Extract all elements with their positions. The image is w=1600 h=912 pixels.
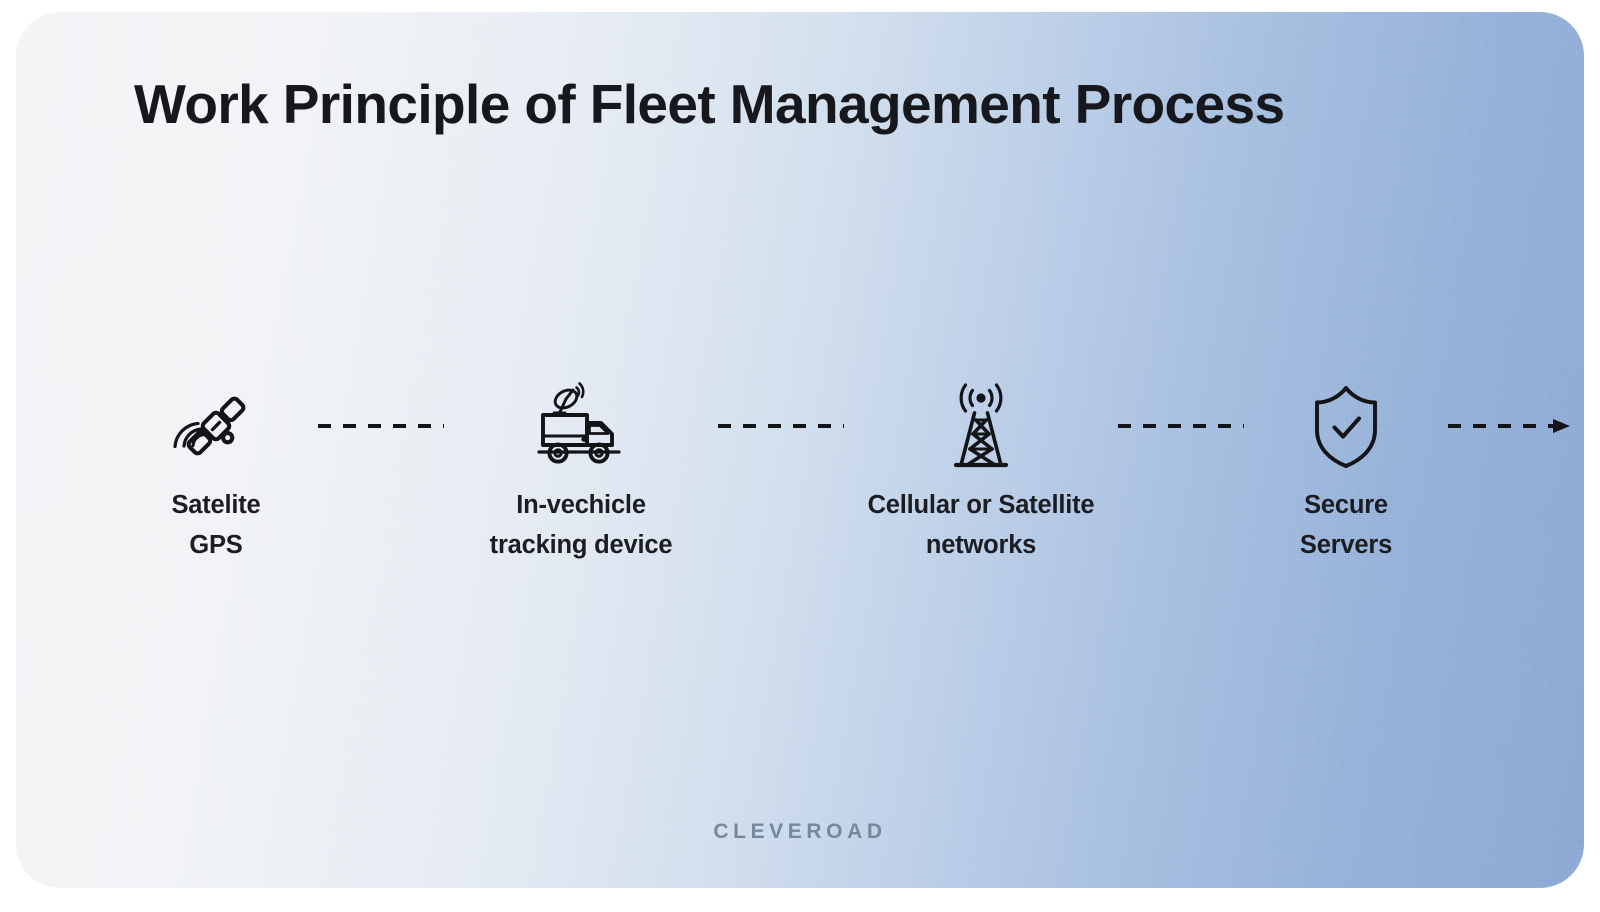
process-step-satellite-gps: Satelite GPS	[116, 380, 316, 565]
shield-check-icon	[1309, 380, 1383, 472]
step-label: Cellular or Satellite networks	[867, 491, 1095, 559]
step-label: Satelite GPS	[171, 491, 261, 559]
process-step-in-vehicle-tracking-device: In-vechicle tracking device	[446, 380, 716, 565]
truck-tracking-device-icon	[531, 380, 631, 472]
cell-tower-icon	[944, 380, 1018, 472]
connector-dashed-arrow-4	[1446, 380, 1576, 472]
process-step-secure-servers: Secure Servers	[1246, 380, 1446, 565]
arrowhead-icon	[1553, 419, 1570, 433]
step-label: In-vechicle tracking device	[489, 491, 673, 559]
step-label: Secure Servers	[1299, 491, 1393, 559]
connector-dashed-2	[716, 380, 846, 472]
page-title: Work Principle of Fleet Management Proce…	[134, 73, 1285, 135]
connector-dashed-1	[316, 380, 446, 472]
cleveroad-logo: CLEVEROAD	[713, 820, 887, 843]
process-flow: Satelite GPS In-vechicle tracking device…	[116, 380, 1570, 580]
process-step-fleet-management-software: Fleet Management Software	[1576, 380, 1584, 565]
connector-dashed-3	[1116, 380, 1246, 472]
infographic-card: Work Principle of Fleet Management Proce…	[16, 12, 1584, 888]
satellite-icon	[170, 380, 262, 472]
process-step-cellular-satellite-networks: Cellular or Satellite networks	[846, 380, 1116, 565]
